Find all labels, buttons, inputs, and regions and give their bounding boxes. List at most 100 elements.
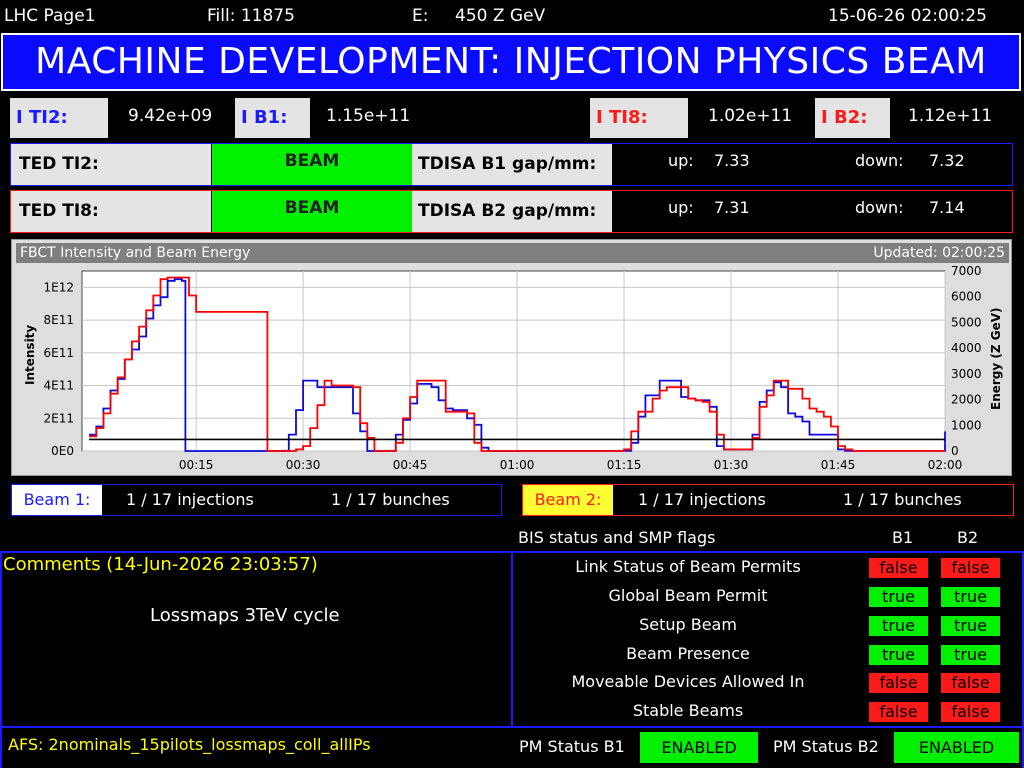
afs-text: AFS: 2nominals_15pilots_lossmaps_coll_al… [8,735,371,754]
bis-row-global-permit: Global Beam Permit true true [512,584,1022,613]
bis-row-label: Beam Presence [626,644,750,663]
ted-ti8-label: TED TI8: [11,191,211,232]
i-ti8-label: I TI8: [590,98,688,138]
flag-b2: true [941,645,1000,665]
tdisa-b2-label: TDISA B2 gap/mm: [412,191,612,232]
bis-row-label: Link Status of Beam Permits [575,557,801,576]
comments-title: Comments (14-Jun-2026 23:03:57) [3,554,318,575]
tdisa-b1-down-label: down: [855,151,904,170]
comment-text: Lossmaps 3TeV cycle [150,605,340,626]
energy-value: 450 Z GeV [455,6,546,26]
i-b1-value: 1.15e+11 [326,106,411,126]
pm-status-b2-label: PM Status B2 [773,737,879,756]
tdisa-b2-up-value: 7.31 [714,198,750,217]
i-ti2-label: I TI2: [10,98,108,138]
x-tick-label: 01:45 [821,458,856,472]
flag-b2: true [941,587,1000,607]
intensity-energy-chart: 0E0 2E11 4E11 6E11 8E11 1E12 0 1000 2000 3000 400… [23,264,1003,472]
x-tick-label: 00:45 [393,458,428,472]
tdisa-b1-down-value: 7.32 [929,151,965,170]
tdisa-b1-up-value: 7.33 [714,151,750,170]
page-name: LHC Page1 [4,6,96,26]
y-tick-label: 6E11 [44,346,75,360]
ted-ti8-state: BEAM [212,191,412,232]
divider-left [0,551,2,768]
i-b1-label: I B1: [235,98,310,138]
y2-axis-label: Energy (Z GeV) [989,307,1003,410]
beam1-row: Beam 1: 1 / 17 injections 1 / 17 bunches [11,484,502,516]
ted-ti8-row: TED TI8: BEAM TDISA B2 gap/mm: up: 7.31 … [10,190,1013,233]
beam2-row: Beam 2: 1 / 17 injections 1 / 17 bunches [522,484,1014,516]
y2-tick-label: 7000 [951,264,982,278]
pm-status-b1-label: PM Status B1 [519,737,625,756]
y-tick-label: 2E11 [44,411,75,425]
flag-b1: true [869,645,928,665]
y-tick-label: 0E0 [51,444,74,458]
y-tick-label: 1E12 [44,280,75,294]
ted-ti2-label: TED TI2: [11,144,211,185]
i-b2-label: I B2: [815,98,890,138]
bis-row-moveable-devices: Moveable Devices Allowed In false false [512,670,1022,699]
i-b2-value: 1.12e+11 [908,106,993,126]
i-ti2-value: 9.42e+09 [128,106,213,126]
energy-label: E: [412,6,429,26]
bis-row-label: Setup Beam [639,615,737,634]
bis-row-link-status: Link Status of Beam Permits false false [512,555,1022,584]
y2-tick-label: 1000 [951,418,982,432]
bis-row-setup-beam: Setup Beam true true [512,613,1022,642]
bis-row-label: Moveable Devices Allowed In [571,672,805,691]
plot-area [81,270,946,452]
x-tick-label: 01:15 [607,458,642,472]
x-ticks: 00:15 00:30 00:45 01:00 01:15 01:30 01:45 02:00 [179,458,962,472]
flag-b2: false [941,673,1000,693]
pm-status-b1-value: ENABLED [640,732,758,763]
fill-number: Fill: 11875 [207,6,295,26]
y2-ticks: 0 1000 2000 3000 4000 5000 6000 7000 [951,264,982,458]
flag-b2: true [941,616,1000,636]
beam1-bunches: 1 / 17 bunches [331,490,450,509]
flag-b1: false [869,702,928,722]
bis-row-stable-beams: Stable Beams false false [512,699,1022,728]
flag-b1: true [869,616,928,636]
x-tick-label: 00:15 [179,458,214,472]
y2-tick-label: 4000 [951,341,982,355]
i-ti8-value: 1.02e+11 [708,106,793,126]
x-tick-label: 01:30 [714,458,749,472]
x-tick-label: 00:30 [286,458,321,472]
tdisa-b2-up-label: up: [668,198,694,217]
y-tick-label: 4E11 [44,379,75,393]
y2-tick-label: 0 [951,444,959,458]
flag-b1: false [869,558,928,578]
bis-row-label: Stable Beams [632,701,744,720]
y2-tick-label: 6000 [951,290,982,304]
beam2-label: Beam 2: [523,485,613,515]
ted-ti2-row: TED TI2: BEAM TDISA B1 gap/mm: up: 7.33 … [10,143,1013,186]
y-axis-label: Intensity [23,325,37,385]
flag-b1: true [869,587,928,607]
pm-status-b2-value: ENABLED [894,732,1019,763]
beam2-injections: 1 / 17 injections [638,490,766,509]
y-ticks: 0E0 2E11 4E11 6E11 8E11 1E12 [44,280,75,458]
tdisa-b1-label: TDISA B1 gap/mm: [412,144,612,185]
datetime: 15-06-26 02:00:25 [828,6,987,26]
top-bar: LHC Page1 Fill: 11875 E: 450 Z GeV 15-06… [0,0,1024,32]
y2-tick-label: 2000 [951,393,982,407]
beam1-injections: 1 / 17 injections [126,490,254,509]
tdisa-b2-down-value: 7.14 [929,198,965,217]
flag-b1: false [869,673,928,693]
machine-mode-title: MACHINE DEVELOPMENT: INJECTION PHYSICS B… [1,33,1021,91]
bis-heading: BIS status and SMP flags [518,528,716,547]
bis-col-b2: B2 [957,528,979,547]
bis-col-b1: B1 [892,528,914,547]
y-tick-label: 8E11 [44,313,75,327]
y2-tick-label: 5000 [951,315,982,329]
beam1-label: Beam 1: [12,485,102,515]
tdisa-b1-up-label: up: [668,151,694,170]
bis-row-beam-presence: Beam Presence true true [512,642,1022,671]
beam2-bunches: 1 / 17 bunches [843,490,962,509]
bis-row-label: Global Beam Permit [608,586,768,605]
fbct-chart-panel: FBCT Intensity and Beam Energy Updated: … [11,239,1012,476]
flag-b2: false [941,558,1000,578]
flag-b2: false [941,702,1000,722]
y2-tick-label: 3000 [951,367,982,381]
